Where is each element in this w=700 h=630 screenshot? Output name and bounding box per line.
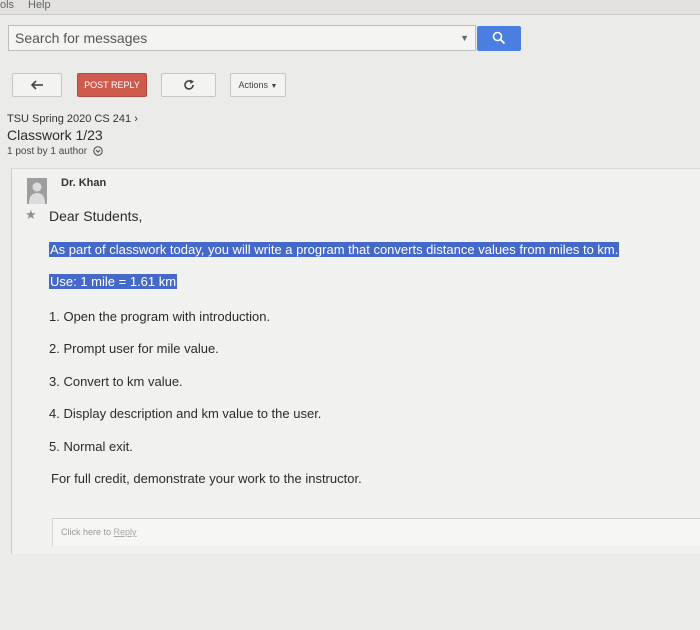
- message-line-conversion: Use: 1 mile = 1.61 km: [49, 274, 178, 289]
- list-item: 2. Prompt user for mile value.: [49, 341, 219, 356]
- page-title: Classwork 1/23: [7, 127, 103, 143]
- list-item: 1. Open the program with introduction.: [49, 309, 271, 324]
- reply-box[interactable]: Click here to Reply: [52, 518, 700, 546]
- search-placeholder: Search for messages: [15, 30, 148, 46]
- message-greeting: Dear Students,: [49, 208, 143, 224]
- search-input[interactable]: Search for messages ▼: [8, 25, 476, 51]
- menu-bar: ols Help: [0, 0, 700, 14]
- message-closing: For full credit, demonstrate your work t…: [51, 471, 362, 486]
- chevron-right-icon: ›: [134, 113, 138, 125]
- list-item: 4. Display description and km value to t…: [49, 406, 322, 421]
- post-count: 1 post by 1 author: [7, 146, 103, 157]
- post-info-text: 1 post by 1 author: [7, 146, 88, 157]
- selected-text: Use: 1 mile = 1.61 km: [49, 274, 178, 289]
- selected-text: As part of classwork today, you will wri…: [49, 242, 620, 257]
- menu-item-tools[interactable]: ols: [0, 0, 14, 11]
- reply-prefix: Click here to: [61, 527, 112, 537]
- avatar[interactable]: [27, 178, 47, 204]
- message-card: [11, 168, 700, 554]
- chevron-down-icon: ▼: [270, 83, 278, 90]
- arrow-left-icon: [30, 80, 43, 90]
- search-icon: [492, 31, 506, 45]
- expand-icon[interactable]: [93, 146, 103, 157]
- search-button[interactable]: [477, 26, 521, 51]
- actions-dropdown[interactable]: Actions ▼: [230, 73, 286, 97]
- reply-link[interactable]: Reply: [114, 527, 137, 537]
- chevron-down-icon[interactable]: ▼: [460, 26, 469, 50]
- menu-item-help[interactable]: Help: [28, 0, 51, 11]
- list-item: 5. Normal exit.: [49, 439, 133, 454]
- actions-label: Actions: [238, 80, 269, 90]
- star-icon[interactable]: ★: [25, 207, 37, 223]
- refresh-button[interactable]: [161, 73, 216, 97]
- divider: [0, 14, 700, 15]
- breadcrumb[interactable]: TSU Spring 2020 CS 241 ›: [7, 113, 138, 125]
- message-line-instructions: As part of classwork today, you will wri…: [49, 242, 620, 257]
- refresh-icon: [183, 79, 194, 90]
- user-icon: [29, 182, 45, 204]
- list-item: 3. Convert to km value.: [49, 374, 183, 389]
- post-reply-button[interactable]: POST REPLY: [77, 73, 147, 97]
- author-name[interactable]: Dr. Khan: [61, 177, 106, 189]
- back-button[interactable]: [12, 73, 62, 97]
- group-link[interactable]: TSU Spring 2020 CS 241: [7, 113, 131, 125]
